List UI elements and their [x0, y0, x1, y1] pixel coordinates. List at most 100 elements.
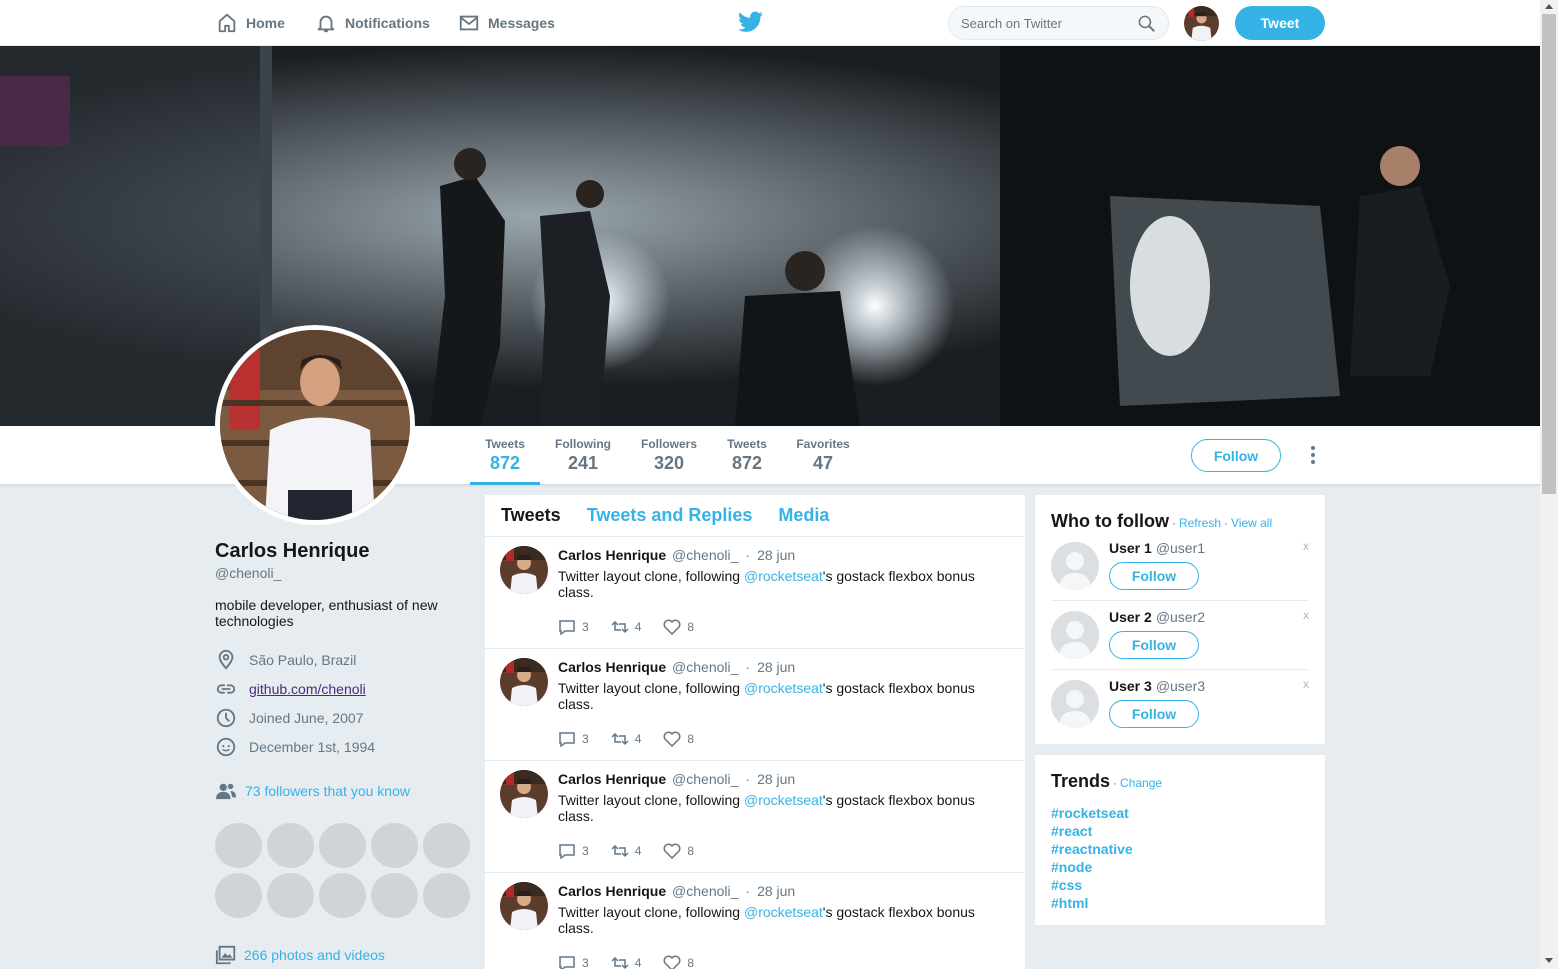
like-action[interactable]: 8: [663, 731, 694, 747]
known-follower-avatar[interactable]: [267, 873, 314, 918]
suggested-user-handle[interactable]: @user2: [1156, 609, 1205, 625]
suggested-user-avatar[interactable]: [1051, 680, 1099, 728]
page-scrollbar[interactable]: [1540, 0, 1558, 969]
view-all-link[interactable]: View all: [1231, 516, 1272, 530]
tweet-item[interactable]: Carlos Henrique @chenoli_ · 28 jun Twitter…: [485, 761, 1025, 873]
user-avatar[interactable]: [1184, 6, 1219, 41]
follow-user-button[interactable]: Follow: [1109, 562, 1199, 590]
follow-user-button[interactable]: Follow: [1109, 700, 1199, 728]
stat-following[interactable]: Following 241: [552, 426, 614, 485]
tweet-date[interactable]: 28 jun: [757, 547, 795, 563]
tweet-author-name[interactable]: Carlos Henrique: [558, 547, 666, 563]
stat-label: Favorites: [796, 437, 850, 451]
suggested-user-name[interactable]: User 2: [1109, 609, 1152, 625]
reply-action[interactable]: 3: [558, 619, 589, 635]
suggested-user-handle[interactable]: @user1: [1156, 540, 1205, 556]
change-trends-link[interactable]: Change: [1120, 776, 1162, 790]
refresh-link[interactable]: Refresh: [1179, 516, 1221, 530]
tweet-author-handle[interactable]: @chenoli_: [672, 659, 738, 675]
tweet-text: Twitter layout clone, following @rockets…: [558, 904, 998, 936]
tweet-author-handle[interactable]: @chenoli_: [672, 771, 738, 787]
known-follower-avatar[interactable]: [423, 823, 470, 868]
reply-action[interactable]: 3: [558, 843, 589, 859]
stat-tweets[interactable]: Tweets 872: [470, 426, 540, 485]
stat-favorites[interactable]: Favorites 47: [794, 426, 852, 485]
more-options-icon[interactable]: [1306, 445, 1320, 465]
scroll-down-arrow-icon[interactable]: [1545, 958, 1553, 963]
tweet-author-name[interactable]: Carlos Henrique: [558, 883, 666, 899]
nav-notifications[interactable]: Notifications: [315, 0, 430, 46]
tweet-date[interactable]: 28 jun: [757, 771, 795, 787]
like-action[interactable]: 8: [663, 619, 694, 635]
known-follower-avatar[interactable]: [319, 823, 366, 868]
scrollbar-thumb[interactable]: [1542, 14, 1556, 494]
nav-messages[interactable]: Messages: [458, 0, 555, 46]
retweet-action[interactable]: 4: [611, 955, 641, 969]
trend-item[interactable]: #reactnative: [1051, 840, 1309, 858]
tweet-avatar[interactable]: [500, 658, 548, 706]
search-icon[interactable]: [1137, 14, 1156, 33]
tweet-author-name[interactable]: Carlos Henrique: [558, 771, 666, 787]
follow-button[interactable]: Follow: [1191, 439, 1281, 472]
scroll-up-arrow-icon[interactable]: [1545, 4, 1553, 9]
tweet-mention-link[interactable]: @rocketseat: [744, 568, 823, 584]
tab-tweets[interactable]: Tweets: [501, 505, 561, 526]
tweet-author-handle[interactable]: @chenoli_: [672, 883, 738, 899]
twitter-bird-icon[interactable]: [738, 11, 763, 33]
trend-item[interactable]: #react: [1051, 822, 1309, 840]
retweet-action[interactable]: 4: [611, 731, 641, 747]
search-input[interactable]: [961, 15, 1137, 31]
tweet-avatar[interactable]: [500, 546, 548, 594]
retweet-action[interactable]: 4: [611, 843, 641, 859]
suggested-user-avatar[interactable]: [1051, 611, 1099, 659]
follow-user-button[interactable]: Follow: [1109, 631, 1199, 659]
tweet-avatar[interactable]: [500, 882, 548, 930]
known-follower-avatar[interactable]: [371, 873, 418, 918]
like-action[interactable]: 8: [663, 955, 694, 969]
tweet-date[interactable]: 28 jun: [757, 659, 795, 675]
tweet-item[interactable]: Carlos Henrique @chenoli_ · 28 jun Twitter…: [485, 873, 1025, 969]
stat-followers[interactable]: Followers 320: [638, 426, 700, 485]
stat-tweets-2[interactable]: Tweets 872: [722, 426, 772, 485]
followers-you-know-link[interactable]: 73 followers that you know: [215, 781, 410, 801]
tweet-item[interactable]: Carlos Henrique @chenoli_ · 28 jun Twitter…: [485, 537, 1025, 649]
retweet-action[interactable]: 4: [611, 619, 641, 635]
nav-home[interactable]: Home: [216, 0, 285, 46]
trend-item[interactable]: #node: [1051, 858, 1309, 876]
suggested-user-name[interactable]: User 1: [1109, 540, 1152, 556]
tweet-date[interactable]: 28 jun: [757, 883, 795, 899]
reply-action[interactable]: 3: [558, 731, 589, 747]
website-link[interactable]: github.com/chenoli: [249, 681, 366, 697]
known-follower-avatar[interactable]: [423, 873, 470, 918]
known-follower-avatar[interactable]: [215, 873, 262, 918]
tweet-mention-link[interactable]: @rocketseat: [744, 680, 823, 696]
profile-avatar[interactable]: [215, 325, 415, 525]
suggested-user-avatar[interactable]: [1051, 542, 1099, 590]
photos-videos-link[interactable]: 266 photos and videos: [215, 944, 385, 966]
trend-item[interactable]: #rocketseat: [1051, 804, 1309, 822]
tab-tweets-and-replies[interactable]: Tweets and Replies: [587, 505, 753, 526]
separator-dot: ·: [745, 883, 751, 899]
tweet-item[interactable]: Carlos Henrique @chenoli_ · 28 jun Twitter…: [485, 649, 1025, 761]
suggested-user-name[interactable]: User 3: [1109, 678, 1152, 694]
tweet-author-handle[interactable]: @chenoli_: [672, 547, 738, 563]
trend-item[interactable]: #css: [1051, 876, 1309, 894]
known-follower-avatar[interactable]: [371, 823, 418, 868]
trend-item[interactable]: #html: [1051, 894, 1309, 912]
tweet-mention-link[interactable]: @rocketseat: [744, 904, 823, 920]
tweet-button[interactable]: Tweet: [1235, 6, 1325, 40]
dismiss-button[interactable]: x: [1303, 539, 1309, 553]
tweet-author-name[interactable]: Carlos Henrique: [558, 659, 666, 675]
like-action[interactable]: 8: [663, 843, 694, 859]
dismiss-button[interactable]: x: [1303, 608, 1309, 622]
search-box[interactable]: [948, 6, 1169, 40]
known-follower-avatar[interactable]: [319, 873, 366, 918]
known-follower-avatar[interactable]: [215, 823, 262, 868]
tab-media[interactable]: Media: [778, 505, 829, 526]
tweet-avatar[interactable]: [500, 770, 548, 818]
dismiss-button[interactable]: x: [1303, 677, 1309, 691]
tweet-mention-link[interactable]: @rocketseat: [744, 792, 823, 808]
reply-action[interactable]: 3: [558, 955, 589, 969]
known-follower-avatar[interactable]: [267, 823, 314, 868]
suggested-user-handle[interactable]: @user3: [1156, 678, 1205, 694]
